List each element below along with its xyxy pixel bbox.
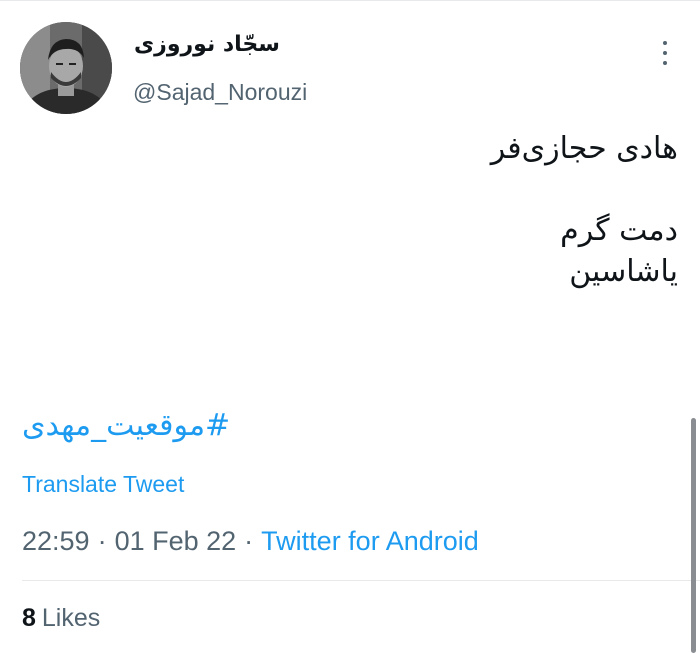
avatar-photo-icon — [20, 22, 112, 114]
scrollbar[interactable] — [691, 418, 696, 653]
tweet-text-line: هادی حجازی‌فر — [490, 131, 678, 166]
likes-count: 8 — [22, 604, 36, 632]
tweet-text: هادی حجازی‌فر دمت گرم یاشاسین — [491, 128, 678, 292]
tweet-text-line — [491, 169, 678, 210]
tweet-metadata: 22:59 · 01 Feb 22 · Twitter for Android — [22, 526, 479, 557]
dot — [663, 51, 667, 55]
dot — [663, 61, 667, 65]
separator: · — [97, 526, 107, 556]
tweet-time[interactable]: 22:59 — [22, 526, 90, 556]
translate-tweet-link[interactable]: Translate Tweet — [22, 471, 184, 498]
dot — [663, 41, 667, 45]
avatar[interactable] — [20, 22, 112, 114]
tweet-text-line: یاشاسین — [569, 254, 678, 289]
tweet-date[interactable]: 01 Feb 22 — [115, 526, 237, 556]
author-display-name[interactable]: سجّاد نوروزی — [134, 32, 280, 57]
tweet-source-link[interactable]: Twitter for Android — [261, 526, 479, 556]
likes-label: Likes — [41, 604, 101, 632]
tweet-text-line: دمت گرم — [560, 213, 678, 248]
likes-stat[interactable]: 8 Likes — [22, 604, 100, 633]
divider — [22, 580, 700, 581]
more-vertical-icon[interactable] — [655, 38, 675, 68]
hashtag-link[interactable]: #موقعیت_مهدی — [22, 408, 230, 443]
separator: · — [244, 526, 254, 556]
author-handle[interactable]: @Sajad_Norouzi — [133, 79, 307, 106]
top-divider — [0, 0, 700, 1]
